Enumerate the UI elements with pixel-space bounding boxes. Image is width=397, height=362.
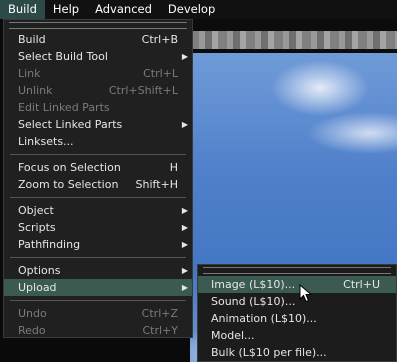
triangle-right-icon: ▶	[181, 223, 188, 232]
menu-help[interactable]: Help	[45, 0, 87, 19]
upload-submenu: Image (L$10)... Ctrl+U Sound (L$10)... Anim…	[197, 264, 397, 362]
shortcut-label: Ctrl+U	[343, 278, 380, 291]
upload-menu-item-image-l-10[interactable]: Image (L$10)... Ctrl+U	[198, 276, 396, 293]
menu-item-label: Object	[18, 204, 54, 217]
menu-advanced[interactable]: Advanced	[87, 0, 160, 19]
menu-item-label: Sound (L$10)...	[211, 295, 296, 308]
build-menu-item-zoom-to-selection[interactable]: Zoom to Selection Shift+H	[4, 176, 192, 193]
menu-item-label: Build	[18, 33, 46, 46]
triangle-right-icon: ▶	[181, 240, 188, 249]
menu-item-label: Select Linked Parts	[18, 118, 123, 131]
triangle-right-icon: ▶	[181, 266, 188, 275]
menu-separator	[10, 197, 186, 198]
menu-develop[interactable]: Develop	[160, 0, 223, 19]
shortcut-label: Ctrl+Z	[141, 307, 178, 320]
shortcut-label: Ctrl+Y	[142, 324, 178, 337]
menu-item-label: Redo	[18, 324, 46, 337]
mouse-pointer-icon	[299, 284, 313, 303]
menu-item-label: Zoom to Selection	[18, 178, 119, 191]
build-menu-item-select-linked-parts[interactable]: Select Linked Parts ▶	[4, 116, 192, 133]
menu-item-label: Scripts	[18, 221, 56, 234]
menu-item-label: Model...	[211, 329, 255, 342]
shortcut-label: Ctrl+L	[143, 67, 178, 80]
shortcut-label: H	[169, 161, 178, 174]
triangle-right-icon: ▶	[181, 283, 188, 292]
menu-separator	[10, 257, 186, 258]
menu-item-label: Undo	[18, 307, 47, 320]
build-menu-item-scripts[interactable]: Scripts ▶	[4, 219, 192, 236]
build-menu-item-focus-on-selection[interactable]: Focus on Selection H	[4, 159, 192, 176]
menu-item-label: Image (L$10)...	[211, 278, 296, 291]
build-menu-item-build[interactable]: Build Ctrl+B	[4, 31, 192, 48]
build-menu-item-upload[interactable]: Upload ▶	[4, 279, 192, 296]
build-menu-item-options[interactable]: Options ▶	[4, 262, 192, 279]
menu-item-label: Upload	[18, 281, 57, 294]
build-menu-item-redo: Redo Ctrl+Y	[4, 322, 192, 339]
menu-separator	[10, 154, 186, 155]
menu-bar: Build Help Advanced Develop	[0, 0, 397, 19]
menu-item-label: Bulk (L$10 per file)...	[211, 346, 327, 359]
build-menu: Build Ctrl+B Select Build Tool ▶ Link Ctrl+L U…	[3, 19, 193, 338]
menu-item-label: Focus on Selection	[18, 161, 121, 174]
build-menu-item-unlink: Unlink Ctrl+Shift+L	[4, 82, 192, 99]
menu-item-label: Pathfinding	[18, 238, 81, 251]
menu-separator	[10, 300, 186, 301]
menu-item-label: Select Build Tool	[18, 50, 108, 63]
triangle-right-icon: ▶	[181, 120, 188, 129]
menu-build[interactable]: Build	[0, 0, 45, 19]
build-menu-item-pathfinding[interactable]: Pathfinding ▶	[4, 236, 192, 253]
upload-menu-item-model[interactable]: Model...	[198, 327, 396, 344]
menu-item-label: Link	[18, 67, 41, 80]
shortcut-label: Ctrl+B	[141, 33, 178, 46]
build-menu-item-link: Link Ctrl+L	[4, 65, 192, 82]
shortcut-label: Shift+H	[135, 178, 179, 191]
build-menu-item-select-build-tool[interactable]: Select Build Tool ▶	[4, 48, 192, 65]
menu-item-label: Linksets...	[18, 135, 74, 148]
build-menu-item-edit-linked-parts: Edit Linked Parts	[4, 99, 192, 116]
menu-item-label: Unlink	[18, 84, 53, 97]
menu-item-label: Animation (L$10)...	[211, 312, 317, 325]
upload-menu-item-animation-l-10[interactable]: Animation (L$10)...	[198, 310, 396, 327]
upload-menu-item-bulk-l-10-per-file[interactable]: Bulk (L$10 per file)...	[198, 344, 396, 361]
tear-off-bar[interactable]	[203, 267, 391, 274]
triangle-right-icon: ▶	[181, 206, 188, 215]
build-menu-item-object[interactable]: Object ▶	[4, 202, 192, 219]
upload-menu-item-sound-l-10[interactable]: Sound (L$10)...	[198, 293, 396, 310]
build-menu-item-linksets[interactable]: Linksets...	[4, 133, 192, 150]
menu-item-label: Options	[18, 264, 61, 277]
build-menu-item-undo: Undo Ctrl+Z	[4, 305, 192, 322]
blurred-toolbar	[190, 31, 397, 49]
tear-off-bar[interactable]	[9, 22, 187, 29]
triangle-right-icon: ▶	[181, 52, 188, 61]
shortcut-label: Ctrl+Shift+L	[108, 84, 178, 97]
menu-item-label: Edit Linked Parts	[18, 101, 110, 114]
